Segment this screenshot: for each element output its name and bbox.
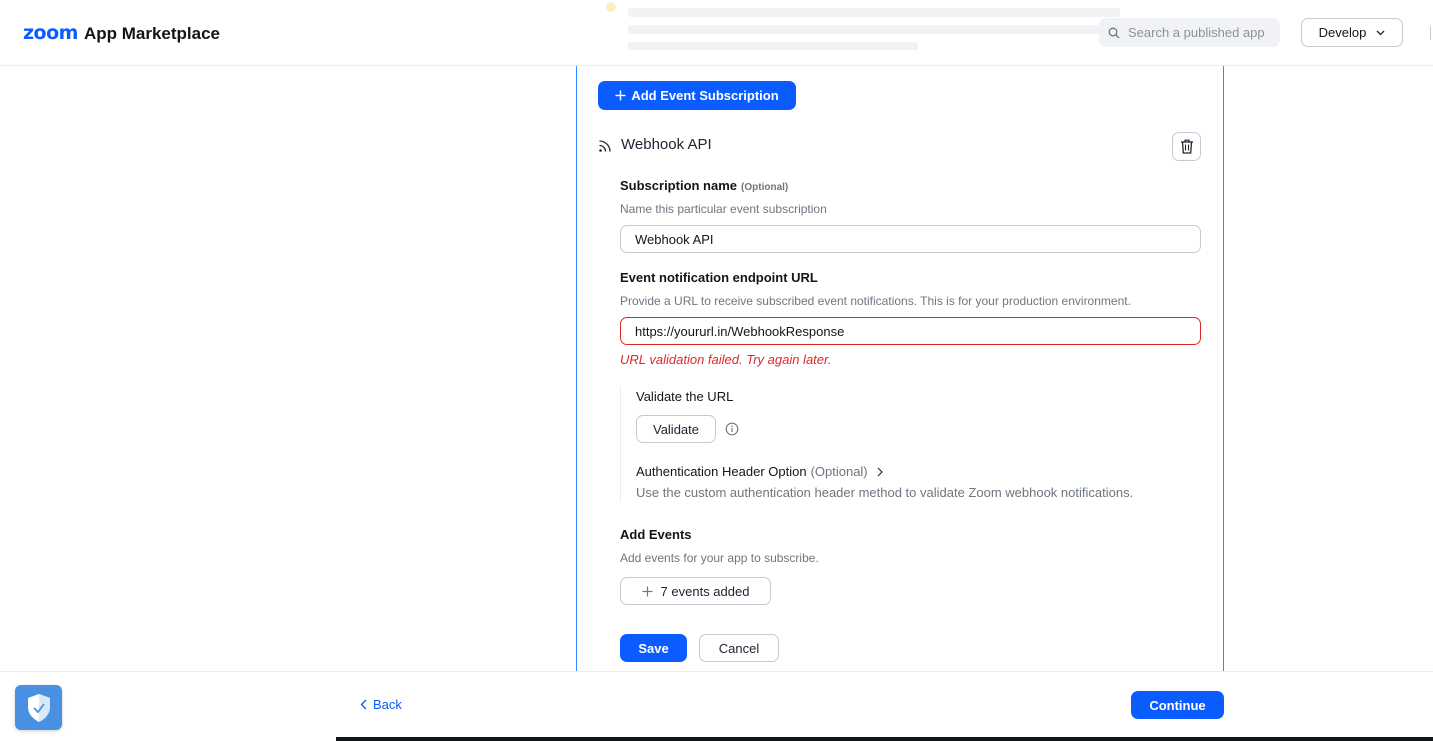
info-icon[interactable]	[725, 422, 739, 436]
url-validation-error: URL validation failed. Try again later.	[620, 352, 832, 367]
validate-url-title: Validate the URL	[636, 389, 734, 404]
develop-label: Develop	[1318, 25, 1367, 40]
chevron-right-icon	[877, 467, 883, 476]
zoom-app-marketplace-logo[interactable]: zoom App Marketplace	[23, 22, 220, 44]
faded-notice-banner	[600, 0, 1120, 50]
subscription-name-help: Name this particular event subscription	[620, 202, 827, 216]
add-events-label: Add Events	[620, 527, 692, 542]
save-button[interactable]: Save	[620, 634, 687, 662]
subscription-header: Webhook API	[598, 136, 712, 153]
cancel-button[interactable]: Cancel	[699, 634, 779, 662]
subscription-name-input[interactable]	[620, 225, 1201, 253]
chevron-left-icon	[360, 699, 367, 710]
validate-button[interactable]: Validate	[636, 415, 716, 443]
plus-icon	[615, 90, 626, 101]
auth-header-label: Authentication Header Option	[636, 464, 807, 479]
plus-icon	[642, 586, 653, 596]
top-navbar: zoom App Marketplace Develop	[0, 0, 1433, 66]
events-added-count: 7 events added	[660, 583, 750, 599]
delete-subscription-button[interactable]	[1172, 132, 1201, 161]
continue-button[interactable]: Continue	[1131, 691, 1224, 719]
security-shield-widget[interactable]	[15, 685, 62, 730]
back-label: Back	[373, 697, 402, 712]
webhook-rss-icon	[599, 139, 611, 152]
auth-header-help: Use the custom authentication header met…	[636, 485, 1134, 500]
subscription-type-title: Webhook API	[621, 136, 712, 153]
divider	[336, 737, 1433, 741]
event-subscription-card: Add Event Subscription Webhook API Subsc…	[576, 66, 1224, 672]
subscription-name-label: Subscription name (Optional)	[620, 178, 788, 193]
divider	[1430, 26, 1431, 40]
auth-header-optional: (Optional)	[810, 464, 868, 479]
trash-icon	[1180, 139, 1193, 154]
add-events-button[interactable]: 7 events added	[620, 577, 771, 605]
add-events-help: Add events for your app to subscribe.	[620, 551, 819, 565]
search-icon	[1108, 27, 1120, 38]
authentication-header-option-toggle[interactable]: Authentication Header Option (Optional)	[636, 464, 886, 479]
warning-dot-icon	[606, 2, 616, 12]
shield-check-icon	[27, 693, 50, 722]
validate-url-section: Validate the URL Validate Authentication…	[620, 386, 1180, 502]
subscription-name-label-text: Subscription name	[620, 178, 738, 193]
develop-dropdown[interactable]: Develop	[1301, 18, 1403, 47]
endpoint-url-help: Provide a URL to receive subscribed even…	[620, 294, 1131, 308]
add-event-subscription-button[interactable]: Add Event Subscription	[598, 81, 796, 110]
optional-tag: (Optional)	[741, 182, 789, 193]
app-marketplace-title: App Marketplace	[83, 24, 221, 43]
endpoint-url-label: Event notification endpoint URL	[620, 270, 818, 285]
zoom-logo-text: zoom	[23, 22, 78, 44]
search-box[interactable]	[1099, 18, 1280, 47]
back-link[interactable]: Back	[360, 697, 402, 712]
chevron-down-icon	[1376, 30, 1385, 35]
add-event-subscription-label: Add Event Subscription	[631, 88, 779, 103]
endpoint-url-input[interactable]	[620, 317, 1201, 345]
search-input[interactable]	[1128, 25, 1278, 40]
